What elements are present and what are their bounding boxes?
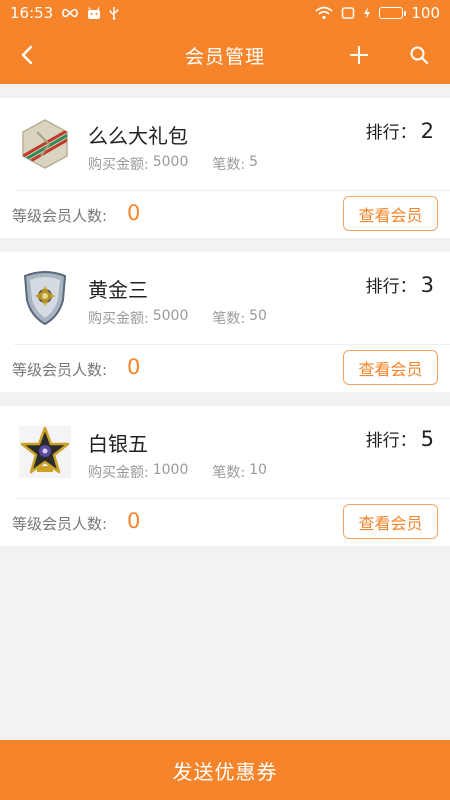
battery-icon xyxy=(379,7,407,19)
level-card-bottom: 等级会员人数: 0 查看会员 xyxy=(0,191,450,238)
status-time: 16:53 xyxy=(10,4,54,22)
page-title: 会员管理 xyxy=(184,45,265,68)
count-value: 10 xyxy=(249,462,267,478)
amount-value: 5000 xyxy=(152,308,189,324)
back-arrow-icon[interactable] xyxy=(8,36,46,74)
rank-label: 排行： xyxy=(365,123,417,143)
status-left: 16:53 xyxy=(10,4,119,22)
infinity-icon xyxy=(61,8,79,18)
member-count-label: 等级会员人数: xyxy=(12,207,108,225)
status-bar: 16:53 100 xyxy=(0,0,450,26)
view-members-button[interactable]: 查看会员 xyxy=(343,504,438,539)
rank: 排行： 5 xyxy=(366,426,434,451)
level-card-bottom: 等级会员人数: 0 查看会员 xyxy=(0,499,450,546)
member-count-label: 等级会员人数: xyxy=(12,361,108,379)
level-card: 么么大礼包 排行： 2 购买金额: 5000 笔数: 5 等级会员人数: 0 查… xyxy=(0,98,450,238)
amount-label: 购买金额: xyxy=(88,311,149,327)
count-value: 5 xyxy=(249,154,258,170)
amount-label: 购买金额: xyxy=(88,157,149,173)
rank-value: 5 xyxy=(420,427,434,451)
member-count-label: 等级会员人数: xyxy=(12,515,108,533)
rank: 排行： 3 xyxy=(366,272,434,297)
amount-label: 购买金额: xyxy=(88,465,149,481)
amount-value: 5000 xyxy=(152,154,189,170)
rank: 排行： 2 xyxy=(366,118,434,143)
level-name: 么么大礼包 xyxy=(88,124,188,148)
rank-value: 2 xyxy=(420,119,434,143)
level-card-top[interactable]: 么么大礼包 排行： 2 购买金额: 5000 笔数: 5 xyxy=(0,98,450,190)
member-count-value: 0 xyxy=(127,355,141,379)
level-card: 黄金三 排行： 3 购买金额: 5000 笔数: 50 等级会员人数: 0 查看… xyxy=(0,252,450,392)
member-count-value: 0 xyxy=(127,201,141,225)
status-right: 100 xyxy=(315,4,440,22)
level-list: 么么大礼包 排行： 2 购买金额: 5000 笔数: 5 等级会员人数: 0 查… xyxy=(0,98,450,560)
member-count-value: 0 xyxy=(127,509,141,533)
android-icon xyxy=(87,6,101,20)
screen-icon xyxy=(341,6,355,20)
level-name: 白银五 xyxy=(88,432,148,456)
star-medal-badge-icon xyxy=(17,424,73,480)
nav-bar: 会员管理 xyxy=(0,26,450,84)
striped-hexagon-badge-icon xyxy=(17,116,73,172)
count-value: 50 xyxy=(249,308,267,324)
rank-label: 排行： xyxy=(365,431,417,451)
level-stats: 购买金额: 1000 笔数: 10 xyxy=(88,462,267,482)
battery-level: 100 xyxy=(411,4,440,22)
level-name: 黄金三 xyxy=(88,278,148,302)
view-members-button[interactable]: 查看会员 xyxy=(343,350,438,385)
count-label: 笔数: xyxy=(212,311,246,327)
send-coupon-button[interactable]: 发送优惠券 xyxy=(0,740,450,800)
level-card: 白银五 排行： 5 购买金额: 1000 笔数: 10 等级会员人数: 0 查看… xyxy=(0,406,450,546)
rank-value: 3 xyxy=(420,273,434,297)
level-card-top[interactable]: 黄金三 排行： 3 购买金额: 5000 笔数: 50 xyxy=(0,252,450,344)
usb-icon xyxy=(109,6,119,20)
level-stats: 购买金额: 5000 笔数: 50 xyxy=(88,308,267,328)
level-stats: 购买金额: 5000 笔数: 5 xyxy=(88,154,258,174)
level-card-bottom: 等级会员人数: 0 查看会员 xyxy=(0,345,450,392)
plus-icon[interactable] xyxy=(340,36,378,74)
view-members-button[interactable]: 查看会员 xyxy=(343,196,438,231)
wifi-icon xyxy=(315,6,333,20)
amount-value: 1000 xyxy=(152,462,189,478)
level-card-top[interactable]: 白银五 排行： 5 购买金额: 1000 笔数: 10 xyxy=(0,406,450,498)
shield-crest-badge-icon xyxy=(17,270,73,326)
count-label: 笔数: xyxy=(212,157,246,173)
rank-label: 排行： xyxy=(365,277,417,297)
count-label: 笔数: xyxy=(212,465,246,481)
charging-icon xyxy=(363,7,371,19)
search-icon[interactable] xyxy=(400,36,438,74)
